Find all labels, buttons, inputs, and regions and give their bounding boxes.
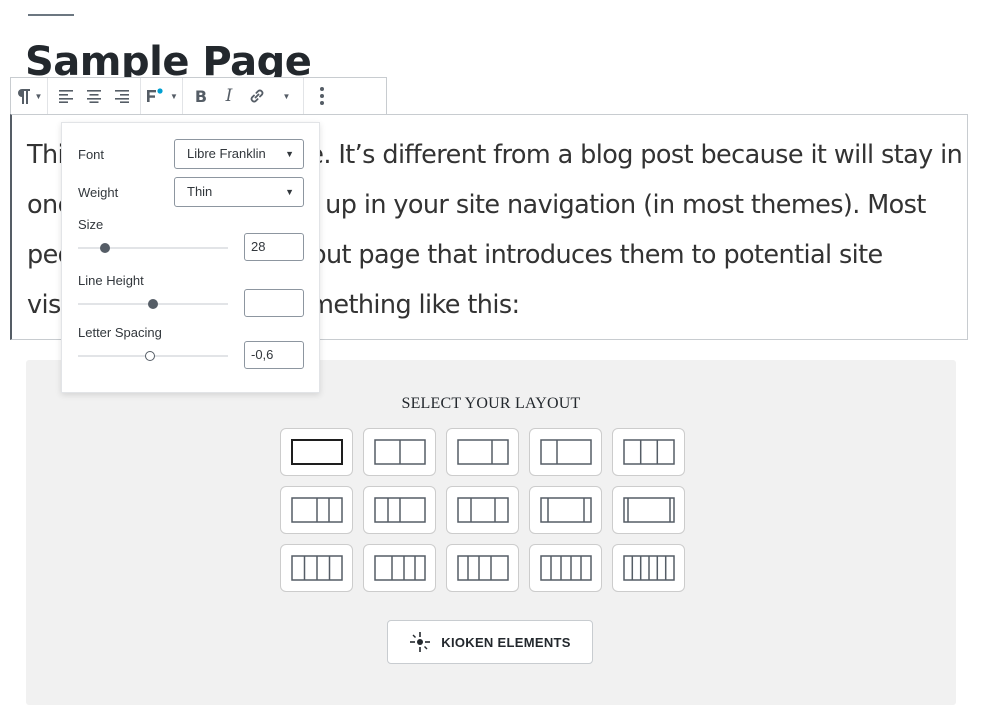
- layout-6-col-icon: [622, 555, 675, 581]
- italic-button[interactable]: I: [215, 80, 243, 112]
- chevron-down-icon: ▼: [34, 91, 43, 101]
- format-group: B I ▼: [183, 78, 304, 114]
- layout-option-3-col-e[interactable]: [529, 486, 602, 534]
- layout-3-col-d-icon: [456, 497, 509, 523]
- chevron-down-icon: ▼: [170, 91, 178, 101]
- layout-option-5-col[interactable]: [529, 544, 602, 592]
- layout-option-4-col-b[interactable]: [363, 544, 436, 592]
- layout-4-col-c-icon: [456, 555, 509, 581]
- size-input[interactable]: 28: [244, 233, 304, 261]
- font-label: Font: [78, 147, 105, 162]
- layout-2-col-icon: [373, 439, 426, 465]
- layout-row: [280, 486, 696, 534]
- layout-3-col-f-icon: [622, 497, 675, 523]
- size-slider[interactable]: [78, 243, 228, 253]
- align-center-button[interactable]: [80, 80, 108, 112]
- chevron-down-icon: ▼: [285, 149, 294, 159]
- typography-icon: [147, 88, 163, 102]
- layout-option-3-col-f[interactable]: [612, 486, 685, 534]
- block-type-switcher[interactable]: ▼: [15, 80, 43, 112]
- letter-spacing-slider[interactable]: [78, 351, 228, 361]
- italic-icon: I: [225, 86, 233, 106]
- typography-button[interactable]: ▼: [145, 80, 178, 112]
- chevron-down-icon: ▼: [285, 187, 294, 197]
- layout-selector: SELECT YOUR LAYOUT KIOKEN ELEMENTS: [26, 360, 956, 705]
- layout-option-3-col[interactable]: [612, 428, 685, 476]
- line-height-label: Line Height: [78, 273, 144, 288]
- size-label: Size: [78, 217, 104, 232]
- layout-grid: [280, 428, 696, 602]
- layout-selector-title: SELECT YOUR LAYOUT: [401, 395, 581, 412]
- layout-3-col-b-icon: [290, 497, 343, 523]
- layout-option-6-col[interactable]: [612, 544, 685, 592]
- layout-1-col-icon: [290, 439, 343, 465]
- layout-row: [280, 544, 696, 592]
- letter-spacing-slider-thumb[interactable]: [145, 351, 155, 361]
- layout-3-col-icon: [622, 439, 675, 465]
- block-toolbar: ▼ ▼ B I ▼: [10, 77, 387, 114]
- bold-button[interactable]: B: [187, 80, 215, 112]
- layout-3-col-c-icon: [373, 497, 426, 523]
- align-left-button[interactable]: [52, 80, 80, 112]
- kioken-elements-label: KIOKEN ELEMENTS: [441, 634, 571, 650]
- letter-spacing-label: Letter Spacing: [78, 325, 162, 340]
- layout-option-2-col-33-66[interactable]: [529, 428, 602, 476]
- layout-2-col-66-33-icon: [456, 439, 509, 465]
- layout-5-col-icon: [539, 555, 592, 581]
- font-select-value: Libre Franklin: [187, 146, 266, 161]
- layout-row: [280, 428, 696, 476]
- bold-icon: B: [194, 86, 208, 106]
- line-height-input[interactable]: [244, 289, 304, 317]
- layout-3-col-e-icon: [539, 497, 592, 523]
- font-select[interactable]: Libre Franklin ▼: [174, 139, 304, 169]
- layout-option-3-col-d[interactable]: [446, 486, 519, 534]
- more-options-icon: [319, 87, 324, 105]
- title-separator: [28, 14, 74, 16]
- layout-option-2-col-66-33[interactable]: [446, 428, 519, 476]
- kioken-logo-icon: [410, 632, 431, 652]
- weight-select-value: Thin: [187, 184, 213, 199]
- link-button[interactable]: [243, 80, 271, 112]
- more-options-button[interactable]: [308, 80, 336, 112]
- weight-select[interactable]: Thin ▼: [174, 177, 304, 207]
- block-type-group: ▼: [11, 78, 48, 114]
- align-left-icon: [59, 90, 73, 103]
- layout-4-col-b-icon: [373, 555, 426, 581]
- link-icon: [250, 89, 264, 103]
- size-slider-thumb[interactable]: [100, 243, 110, 253]
- typography-popover: Font Libre Franklin ▼ Weight Thin ▼ Size…: [61, 122, 320, 393]
- more-formats-button[interactable]: ▼: [271, 80, 299, 112]
- weight-label: Weight: [78, 185, 119, 200]
- layout-4-col-icon: [290, 555, 343, 581]
- line-height-slider[interactable]: [78, 299, 228, 309]
- align-center-icon: [87, 90, 101, 103]
- typography-group: ▼: [141, 78, 183, 114]
- align-right-button[interactable]: [108, 80, 136, 112]
- alignment-group: [48, 78, 141, 114]
- line-height-slider-thumb[interactable]: [148, 299, 158, 309]
- layout-option-4-col-c[interactable]: [446, 544, 519, 592]
- layout-option-2-col[interactable]: [363, 428, 436, 476]
- layout-option-3-col-c[interactable]: [363, 486, 436, 534]
- layout-option-1-col[interactable]: [280, 428, 353, 476]
- paragraph-icon: [17, 89, 30, 104]
- more-group: [304, 78, 340, 114]
- letter-spacing-input[interactable]: -0,6: [244, 341, 304, 369]
- page-title[interactable]: Sample Page: [25, 36, 311, 78]
- chevron-down-icon: ▼: [282, 91, 291, 101]
- kioken-elements-button[interactable]: KIOKEN ELEMENTS: [387, 620, 593, 664]
- align-right-icon: [115, 90, 129, 103]
- layout-option-4-col[interactable]: [280, 544, 353, 592]
- layout-option-3-col-b[interactable]: [280, 486, 353, 534]
- layout-2-col-33-66-icon: [539, 439, 592, 465]
